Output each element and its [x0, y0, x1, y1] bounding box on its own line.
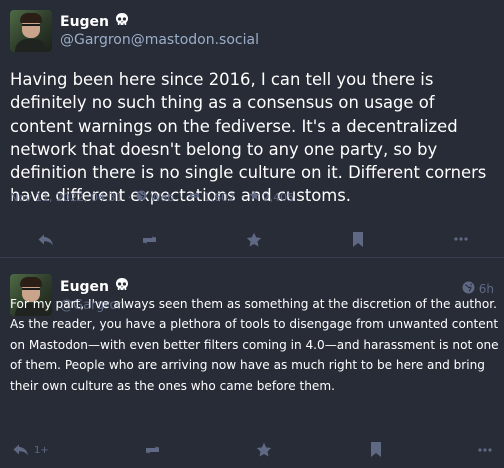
boost-icon	[146, 446, 159, 454]
reply-button[interactable]: 1+	[12, 443, 49, 457]
boost-icon	[188, 190, 201, 204]
visibility-label: Web	[150, 190, 175, 204]
reply-action-bar: 1+	[0, 440, 504, 466]
favourite-count[interactable]: 2,405	[263, 191, 295, 204]
bookmark-button[interactable]	[352, 232, 364, 247]
reply-author-name-text: Eugen	[60, 279, 110, 295]
more-icon	[478, 448, 492, 452]
more-button[interactable]	[478, 448, 492, 452]
reply-icon	[13, 444, 28, 456]
more-icon	[454, 237, 468, 241]
more-button[interactable]	[454, 237, 468, 241]
globe-icon	[136, 190, 147, 204]
bookmark-icon	[353, 232, 363, 247]
favourite-button[interactable]	[246, 232, 262, 248]
boost-count[interactable]: 1,602	[204, 191, 236, 204]
boost-button[interactable]	[143, 443, 162, 457]
reply-icon	[38, 234, 53, 246]
status-action-bar	[0, 224, 504, 256]
boost-icon	[143, 236, 156, 244]
reply-count: 1+	[34, 444, 49, 456]
main-status: Eugen @Gargron@mastodon.social Having be…	[0, 0, 504, 257]
status-content: Having been here since 2016, I can tell …	[10, 70, 487, 206]
reply-content: For my part, I've always seen them as so…	[10, 297, 499, 393]
author-name[interactable]: Eugen	[60, 12, 130, 32]
author-handle[interactable]: @Gargron@mastodon.social	[60, 32, 259, 48]
star-icon	[246, 232, 262, 247]
bookmark-icon	[371, 442, 381, 457]
star-icon	[249, 190, 260, 204]
avatar[interactable]	[10, 10, 52, 52]
status-meta: Nov 11, 2022, 04:31 · Web · 1,602 · 2,40…	[10, 190, 295, 204]
boost-button[interactable]	[140, 233, 159, 247]
author-name-text: Eugen	[60, 14, 110, 30]
bookmark-button[interactable]	[370, 442, 382, 457]
favourite-button[interactable]	[256, 442, 272, 458]
star-icon	[256, 442, 272, 457]
skull-icon	[114, 12, 130, 32]
reply-button[interactable]	[37, 233, 55, 247]
timestamp-link[interactable]: Nov 11, 2022, 04:31	[10, 191, 123, 204]
